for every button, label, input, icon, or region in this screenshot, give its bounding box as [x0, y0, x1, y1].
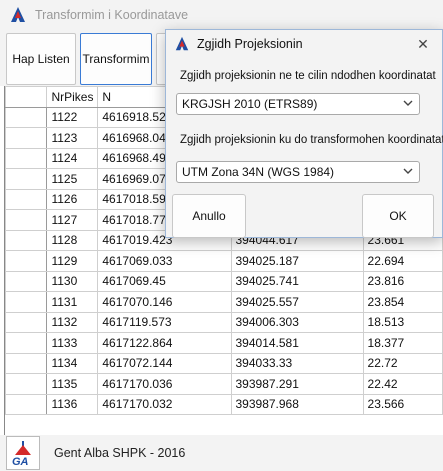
cell-nrpikes[interactable]: 1128: [46, 229, 99, 251]
target-projection-select[interactable]: UTM Zona 34N (WGS 1984): [176, 161, 420, 183]
table-row[interactable]: 1129 4617069.033 394025.187 22.694: [5, 250, 443, 272]
cell-nrpikes[interactable]: 1133: [46, 332, 99, 354]
cell-nrpikes[interactable]: 1130: [46, 270, 99, 292]
cell-h[interactable]: 22.42: [362, 373, 443, 395]
open-list-button[interactable]: Hap Listen: [6, 33, 76, 85]
cell-e[interactable]: 394025.187: [230, 250, 364, 272]
row-header[interactable]: [5, 352, 48, 374]
cell-nrpikes[interactable]: 1123: [46, 127, 99, 149]
table-row[interactable]: 1130 4617069.45 394025.741 23.816: [5, 270, 443, 292]
table-row[interactable]: 1135 4617170.036 393987.291 22.42: [5, 373, 443, 395]
chevron-down-icon: [403, 168, 413, 174]
row-header[interactable]: [5, 332, 48, 354]
cell-h[interactable]: 23.566: [362, 393, 443, 415]
row-header[interactable]: [5, 106, 48, 128]
cell-n[interactable]: 4617170.036: [97, 373, 232, 395]
table-row[interactable]: 1134 4617072.144 394033.33 22.72: [5, 352, 443, 374]
cell-nrpikes[interactable]: 1126: [46, 188, 99, 210]
row-header[interactable]: [5, 147, 48, 169]
cell-h[interactable]: 22.72: [362, 352, 443, 374]
cell-e[interactable]: 394025.741: [230, 270, 364, 292]
company-logo-icon: GA: [12, 441, 31, 467]
target-projection-label: Zgjidh projeksionin ku do transformohen …: [180, 134, 443, 146]
source-projection-label: Zgjidh projeksionin ne te cilin ndodhen …: [180, 70, 436, 82]
source-projection-value: KRGJSH 2010 (ETRS89): [182, 97, 318, 111]
cell-h[interactable]: 18.377: [362, 332, 443, 354]
cell-nrpikes[interactable]: 1132: [46, 311, 99, 333]
row-header[interactable]: [5, 270, 48, 292]
target-projection-value: UTM Zona 34N (WGS 1984): [182, 165, 335, 179]
row-header[interactable]: [5, 311, 48, 333]
column-header-nrpikes[interactable]: NrPikes: [46, 86, 99, 108]
close-icon[interactable]: ✕: [414, 35, 432, 53]
row-header[interactable]: [5, 127, 48, 149]
dialog-titlebar: Zgjidh Projeksionin: [166, 30, 442, 58]
window-titlebar: Transformim i Koordinatave: [0, 0, 443, 30]
row-header[interactable]: [5, 291, 48, 313]
cell-e[interactable]: 393987.291: [230, 373, 364, 395]
chevron-down-icon: [403, 100, 413, 106]
column-header[interactable]: [5, 86, 48, 108]
cell-n[interactable]: 4617072.144: [97, 352, 232, 374]
app-logo-icon: [11, 7, 25, 22]
transform-button[interactable]: Transformim: [80, 33, 152, 85]
cell-nrpikes[interactable]: 1134: [46, 352, 99, 374]
cell-n[interactable]: 4617119.573: [97, 311, 232, 333]
cell-e[interactable]: 394006.303: [230, 311, 364, 333]
cell-n[interactable]: 4617069.033: [97, 250, 232, 272]
ok-button[interactable]: OK: [362, 194, 434, 238]
row-header[interactable]: [5, 168, 48, 190]
cell-n[interactable]: 4617070.146: [97, 291, 232, 313]
cell-n[interactable]: 4617170.032: [97, 393, 232, 415]
cell-nrpikes[interactable]: 1122: [46, 106, 99, 128]
svg-text:GA: GA: [12, 456, 29, 467]
cell-nrpikes[interactable]: 1129: [46, 250, 99, 272]
cell-nrpikes[interactable]: 1124: [46, 147, 99, 169]
cell-h[interactable]: 18.513: [362, 311, 443, 333]
cell-nrpikes[interactable]: 1131: [46, 291, 99, 313]
cell-h[interactable]: 22.694: [362, 250, 443, 272]
row-header[interactable]: [5, 188, 48, 210]
source-projection-select[interactable]: KRGJSH 2010 (ETRS89): [176, 93, 420, 115]
app-logo-icon: [175, 36, 189, 51]
cell-nrpikes[interactable]: 1135: [46, 373, 99, 395]
cell-e[interactable]: 393987.968: [230, 393, 364, 415]
dialog-title: Zgjidh Projeksionin: [197, 37, 303, 51]
cell-nrpikes[interactable]: 1127: [46, 209, 99, 231]
cell-nrpikes[interactable]: 1125: [46, 168, 99, 190]
cell-e[interactable]: 394033.33: [230, 352, 364, 374]
status-bar: GA Gent Alba SHPK - 2016: [0, 435, 443, 471]
table-row[interactable]: 1136 4617170.032 393987.968 23.566: [5, 393, 443, 415]
projection-dialog: Zgjidh Projeksionin ✕ Zgjidh projeksioni…: [165, 29, 443, 238]
row-header[interactable]: [5, 229, 48, 251]
status-text: Gent Alba SHPK - 2016: [54, 446, 186, 460]
cell-n[interactable]: 4617069.45: [97, 270, 232, 292]
cell-h[interactable]: 23.854: [362, 291, 443, 313]
row-header[interactable]: [5, 250, 48, 272]
window-title: Transformim i Koordinatave: [35, 8, 189, 22]
row-header[interactable]: [5, 373, 48, 395]
cell-nrpikes[interactable]: 1136: [46, 393, 99, 415]
table-row[interactable]: 1131 4617070.146 394025.557 23.854: [5, 291, 443, 313]
table-row[interactable]: 1132 4617119.573 394006.303 18.513: [5, 311, 443, 333]
cell-e[interactable]: 394025.557: [230, 291, 364, 313]
cancel-button[interactable]: Anullo: [172, 194, 246, 238]
row-header[interactable]: [5, 393, 48, 415]
cell-n[interactable]: 4617122.864: [97, 332, 232, 354]
cell-e[interactable]: 394014.581: [230, 332, 364, 354]
cell-h[interactable]: 23.816: [362, 270, 443, 292]
table-row[interactable]: 1133 4617122.864 394014.581 18.377: [5, 332, 443, 354]
row-header[interactable]: [5, 209, 48, 231]
company-logo: GA: [6, 436, 40, 470]
